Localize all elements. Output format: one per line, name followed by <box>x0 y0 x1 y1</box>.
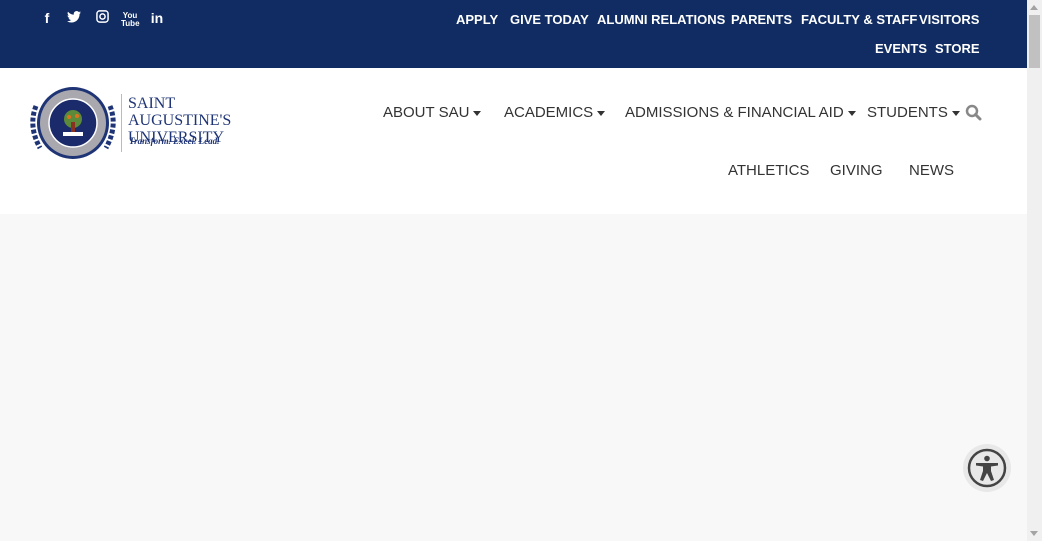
nav-admissions[interactable]: ADMISSIONS & FINANCIAL AID <box>625 104 856 121</box>
linkedin-icon[interactable]: in <box>148 10 166 26</box>
facebook-icon[interactable]: f <box>38 10 56 26</box>
give-today-link[interactable]: GIVE TODAY <box>510 12 589 27</box>
university-seal <box>30 87 116 159</box>
scroll-up-icon[interactable] <box>1030 5 1038 10</box>
instagram-icon[interactable] <box>93 10 111 26</box>
accessibility-button[interactable] <box>963 444 1011 492</box>
caret-down-icon <box>597 110 606 116</box>
visitors-link[interactable]: VISITORS <box>919 12 979 27</box>
nav-about-sau[interactable]: ABOUT SAU <box>383 104 482 121</box>
parents-link[interactable]: PARENTS <box>731 12 792 27</box>
caret-down-icon <box>951 110 960 116</box>
logo-tagline: Transform. Excel. Lead. <box>129 136 220 146</box>
twitter-icon[interactable] <box>65 10 83 26</box>
nav-giving[interactable]: GIVING <box>830 162 883 179</box>
scrollbar-thumb[interactable] <box>1029 15 1040 68</box>
alumni-relations-link[interactable]: ALUMNI RELATIONS <box>597 12 725 27</box>
search-icon[interactable] <box>965 104 982 126</box>
store-link[interactable]: STORE <box>935 41 980 56</box>
scroll-down-icon[interactable] <box>1030 531 1038 536</box>
header: SAINT AUGUSTINE'S UNIVERSITY Transform. … <box>0 68 1027 214</box>
scrollbar[interactable] <box>1027 0 1042 541</box>
caret-down-icon <box>847 110 856 116</box>
top-bar: f You Tube in APPLY GIVE TODAY ALUMNI REL… <box>0 0 1027 68</box>
apply-link[interactable]: APPLY <box>456 12 498 27</box>
logo-divider <box>121 94 122 152</box>
accessibility-icon <box>967 448 1007 488</box>
youtube-icon[interactable]: You Tube <box>121 12 140 28</box>
caret-down-icon <box>473 110 482 116</box>
nav-athletics[interactable]: ATHLETICS <box>728 162 809 179</box>
faculty-staff-link[interactable]: FACULTY & STAFF <box>801 12 917 27</box>
nav-students[interactable]: STUDENTS <box>867 104 960 121</box>
nav-news[interactable]: NEWS <box>909 162 954 179</box>
nav-academics[interactable]: ACADEMICS <box>504 104 606 121</box>
logo[interactable]: SAINT AUGUSTINE'S UNIVERSITY Transform. … <box>28 86 278 160</box>
events-link[interactable]: EVENTS <box>875 41 927 56</box>
